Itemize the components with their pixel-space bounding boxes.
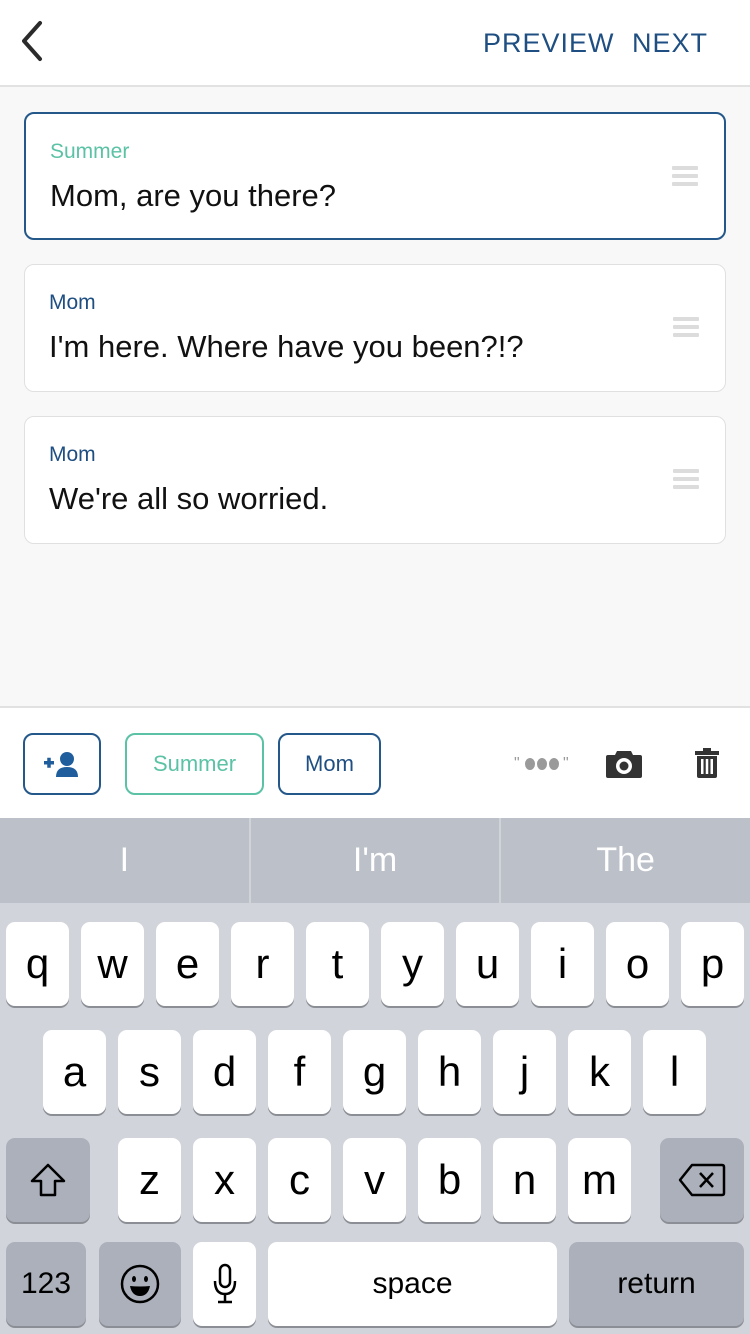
shift-icon [30,1163,66,1197]
key-g[interactable]: g [343,1030,406,1114]
emoji-icon [120,1264,160,1304]
speaker-name: Summer [50,140,130,163]
key-m[interactable]: m [568,1138,631,1222]
speaker-name: Mom [49,443,96,466]
key-f[interactable]: f [268,1030,331,1114]
key-n[interactable]: n [493,1138,556,1222]
suggestion-1[interactable]: I [0,818,249,903]
message-list: Summer Mom, are you there? Mom I'm here.… [24,112,726,568]
key-d[interactable]: d [193,1030,256,1114]
shift-key[interactable] [6,1138,90,1222]
message-text[interactable]: I'm here. Where have you been?!? [49,329,524,365]
drag-handle-icon[interactable] [672,166,698,186]
add-person-icon [44,752,78,777]
microphone-icon [213,1263,236,1304]
top-navigation-bar: PREVIEW NEXT [0,0,750,87]
message-card[interactable]: Mom We're all so worried. [24,416,726,544]
key-e[interactable]: e [156,922,219,1006]
key-k[interactable]: k [568,1030,631,1114]
speaker-name: Mom [49,291,96,314]
message-card[interactable]: Mom I'm here. Where have you been?!? [24,264,726,392]
character-toolbar: Summer Mom " " [0,706,750,818]
key-l[interactable]: l [643,1030,706,1114]
delete-button[interactable] [695,748,719,783]
typing-indicator-button[interactable]: " " [514,754,572,779]
key-h[interactable]: h [418,1030,481,1114]
key-j[interactable]: j [493,1030,556,1114]
drag-handle-icon[interactable] [673,317,699,337]
message-text[interactable]: We're all so worried. [49,481,328,517]
back-button[interactable] [16,18,56,64]
svg-text:": " [514,755,520,772]
suggestion-2[interactable]: I'm [248,818,500,903]
message-card[interactable]: Summer Mom, are you there? [24,112,726,240]
backspace-key[interactable] [660,1138,744,1222]
preview-button[interactable]: PREVIEW [483,28,615,59]
key-t[interactable]: t [306,922,369,1006]
key-z[interactable]: z [118,1138,181,1222]
next-button[interactable]: NEXT [632,28,708,59]
key-q[interactable]: q [6,922,69,1006]
svg-text:": " [563,755,569,772]
backspace-icon [678,1163,726,1197]
emoji-key[interactable] [99,1242,181,1326]
camera-button[interactable] [605,749,643,784]
key-r[interactable]: r [231,922,294,1006]
keyboard: I I'm The q w e r t y u i o p a s d f g h j k l z x c v b n m 123 s… [0,818,750,1334]
dictation-key[interactable] [193,1242,256,1326]
key-u[interactable]: u [456,922,519,1006]
drag-handle-icon[interactable] [673,469,699,489]
key-p[interactable]: p [681,922,744,1006]
key-s[interactable]: s [118,1030,181,1114]
key-o[interactable]: o [606,922,669,1006]
add-character-button[interactable] [23,733,101,795]
return-key[interactable]: return [569,1242,744,1326]
key-v[interactable]: v [343,1138,406,1222]
key-b[interactable]: b [418,1138,481,1222]
predictive-text-bar: I I'm The [0,818,750,903]
key-c[interactable]: c [268,1138,331,1222]
trash-icon [695,748,719,778]
key-y[interactable]: y [381,922,444,1006]
key-w[interactable]: w [81,922,144,1006]
character-chip-summer[interactable]: Summer [125,733,264,795]
space-key[interactable]: space [268,1242,557,1326]
suggestion-3[interactable]: The [499,818,750,903]
typing-indicator-icon: " " [514,755,569,772]
key-a[interactable]: a [43,1030,106,1114]
message-text[interactable]: Mom, are you there? [50,178,336,214]
chevron-left-icon [22,21,42,61]
key-x[interactable]: x [193,1138,256,1222]
camera-icon [606,751,642,778]
numbers-key[interactable]: 123 [6,1242,86,1326]
character-chip-mom[interactable]: Mom [278,733,381,795]
key-i[interactable]: i [531,922,594,1006]
